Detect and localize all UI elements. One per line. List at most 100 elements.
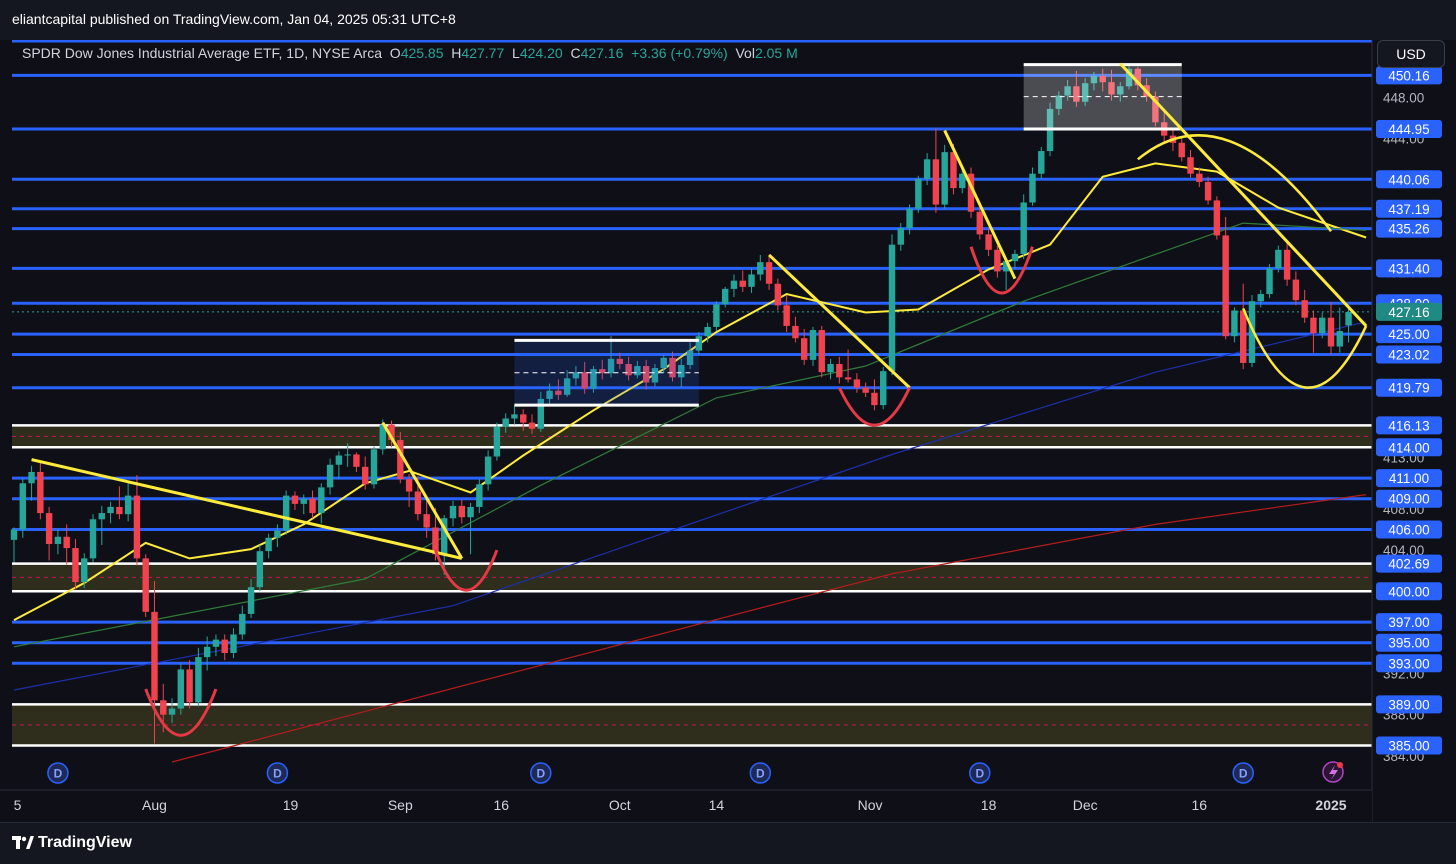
candle: [713, 301, 720, 332]
candle-body: [897, 228, 904, 245]
candle-body: [195, 657, 202, 703]
dividend-marker: D: [1232, 762, 1254, 784]
candle-body: [836, 363, 843, 378]
candle: [862, 382, 869, 397]
candle: [836, 356, 843, 384]
candle: [721, 286, 729, 308]
candle-body: [818, 330, 825, 373]
trendline: [943, 129, 1017, 280]
candle: [1187, 150, 1194, 178]
level-label-text: 409.00: [1388, 492, 1429, 507]
time-tick: 14: [709, 797, 725, 813]
legend-change: +3.36 (+0.79%): [631, 45, 728, 61]
candle: [133, 475, 141, 566]
dividend-marker: D: [530, 762, 552, 784]
tradingview-brand: TradingView: [38, 834, 132, 851]
candle-body: [1213, 200, 1221, 236]
candle: [370, 446, 378, 489]
level-label: 409.00: [1376, 489, 1442, 508]
level-label: 444.95: [1376, 119, 1442, 138]
level-label: 435.26: [1376, 219, 1442, 238]
candle-body: [107, 506, 114, 514]
time-tick: 16: [494, 797, 510, 813]
candle-body: [765, 262, 773, 284]
dividend-marker: D: [266, 762, 289, 784]
candle: [1213, 196, 1221, 240]
candle: [915, 175, 922, 213]
candle-body: [528, 422, 536, 429]
candle-body: [81, 558, 88, 583]
candle-body: [151, 611, 158, 701]
candle-body: [89, 519, 97, 559]
level-label: 385.00: [1376, 736, 1442, 755]
level-label-text: 440.06: [1388, 172, 1429, 187]
candle-body: [880, 371, 887, 406]
currency-button[interactable]: USD: [1377, 40, 1445, 68]
candle-body: [221, 639, 228, 653]
time-tick: Nov: [858, 797, 883, 813]
candle-body: [1196, 173, 1203, 182]
candle-body: [959, 173, 966, 189]
candle: [484, 450, 492, 491]
candle-body: [757, 262, 764, 275]
legend-open: 425.85: [400, 45, 444, 61]
candle: [932, 128, 940, 213]
candle: [72, 538, 79, 590]
candle-body: [748, 274, 755, 287]
level-label-text: 389.00: [1388, 697, 1429, 712]
candle-body: [160, 700, 167, 715]
drawings: DDDDDD: [31, 62, 1368, 784]
candle: [1011, 249, 1019, 269]
level-label: 389.00: [1376, 695, 1442, 714]
level-label: 414.00: [1376, 438, 1442, 457]
candle: [28, 465, 35, 501]
candle-body: [467, 506, 474, 518]
legend-close: 427.16: [580, 45, 624, 61]
level-label-text: 435.26: [1388, 222, 1429, 237]
candle-body: [520, 414, 527, 423]
candle-body: [72, 548, 79, 583]
candle: [230, 628, 237, 659]
candle-body: [985, 234, 992, 250]
time-axis-bg: [0, 790, 1372, 822]
candle-body: [318, 487, 325, 514]
legend-high-label: H: [451, 45, 462, 61]
level-label: 416.13: [1376, 416, 1442, 435]
candle: [1310, 310, 1317, 353]
candle-body: [177, 669, 185, 709]
candle: [318, 483, 325, 524]
candle: [19, 478, 26, 538]
price-chart[interactable]: D D D D D D 452.00448.00444.00431.00428.00423…: [0, 40, 1456, 822]
candle-body: [941, 152, 948, 205]
candle: [282, 490, 290, 535]
level-label: 425.00: [1376, 325, 1442, 344]
candle-body: [1240, 310, 1247, 363]
candle-body: [1275, 249, 1282, 269]
candle-body: [809, 330, 817, 360]
candle-body: [1319, 317, 1326, 334]
candle-body: [493, 426, 501, 457]
candle: [353, 452, 360, 472]
candle-body: [1310, 317, 1317, 334]
candle: [730, 274, 738, 298]
events-icon: [1322, 761, 1344, 783]
candle-body: [414, 491, 422, 515]
candle-body: [353, 454, 360, 467]
candle-body: [19, 483, 26, 530]
candle: [326, 458, 334, 495]
candle-body: [844, 377, 852, 380]
chart-area[interactable]: D D D D D D 452.00448.00444.00431.00428.00423…: [0, 40, 1456, 822]
level-label: 400.00: [1376, 582, 1442, 601]
candle: [774, 278, 782, 311]
candle-body: [230, 634, 237, 653]
tradingview-logo-icon: [12, 836, 34, 849]
candle: [493, 422, 501, 461]
candle: [1020, 194, 1027, 260]
candle-body: [10, 529, 18, 540]
candle-body: [1178, 142, 1185, 158]
candle: [98, 505, 105, 545]
candle-body: [484, 456, 492, 485]
candle: [1178, 136, 1185, 162]
candle: [1038, 146, 1045, 179]
candle: [888, 234, 896, 376]
